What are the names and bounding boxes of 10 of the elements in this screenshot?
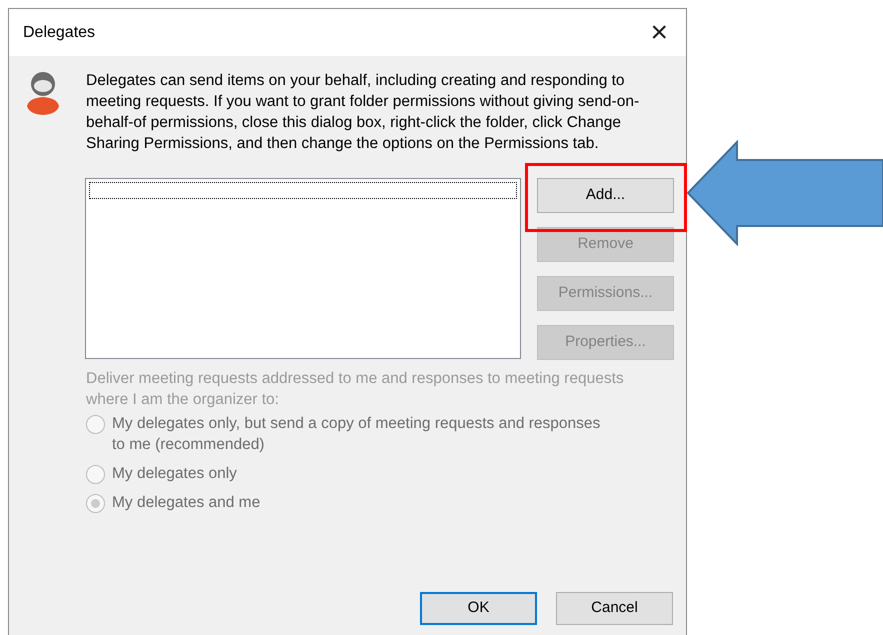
close-button[interactable]: × xyxy=(646,18,672,48)
dialog-button[interactable]: OK xyxy=(420,592,537,625)
radio-label: My delegates and me xyxy=(112,493,262,513)
window-title: Delegates xyxy=(23,22,96,42)
dialog-button[interactable]: Add... xyxy=(537,178,674,213)
radio-label: My delegates only, but send a copy of meeting requests and responses to me (recommended) xyxy=(112,414,602,455)
radio-label: My delegates only xyxy=(112,464,238,484)
description-text: Delegates can send items on your behalf, including creating and responding to meeting requests. If you want to grant folder permissions without giving send-on-behalf-of permissions, close this dialog box, right-click the folder, click Change Sharing Permissions, and then change the options on the Permissions tab. xyxy=(86,71,640,154)
dialog-button[interactable]: Cancel xyxy=(556,592,673,625)
delivery-label: Deliver meeting requests addressed to me and responses to meeting requests where I am the organizer to: xyxy=(86,369,625,410)
